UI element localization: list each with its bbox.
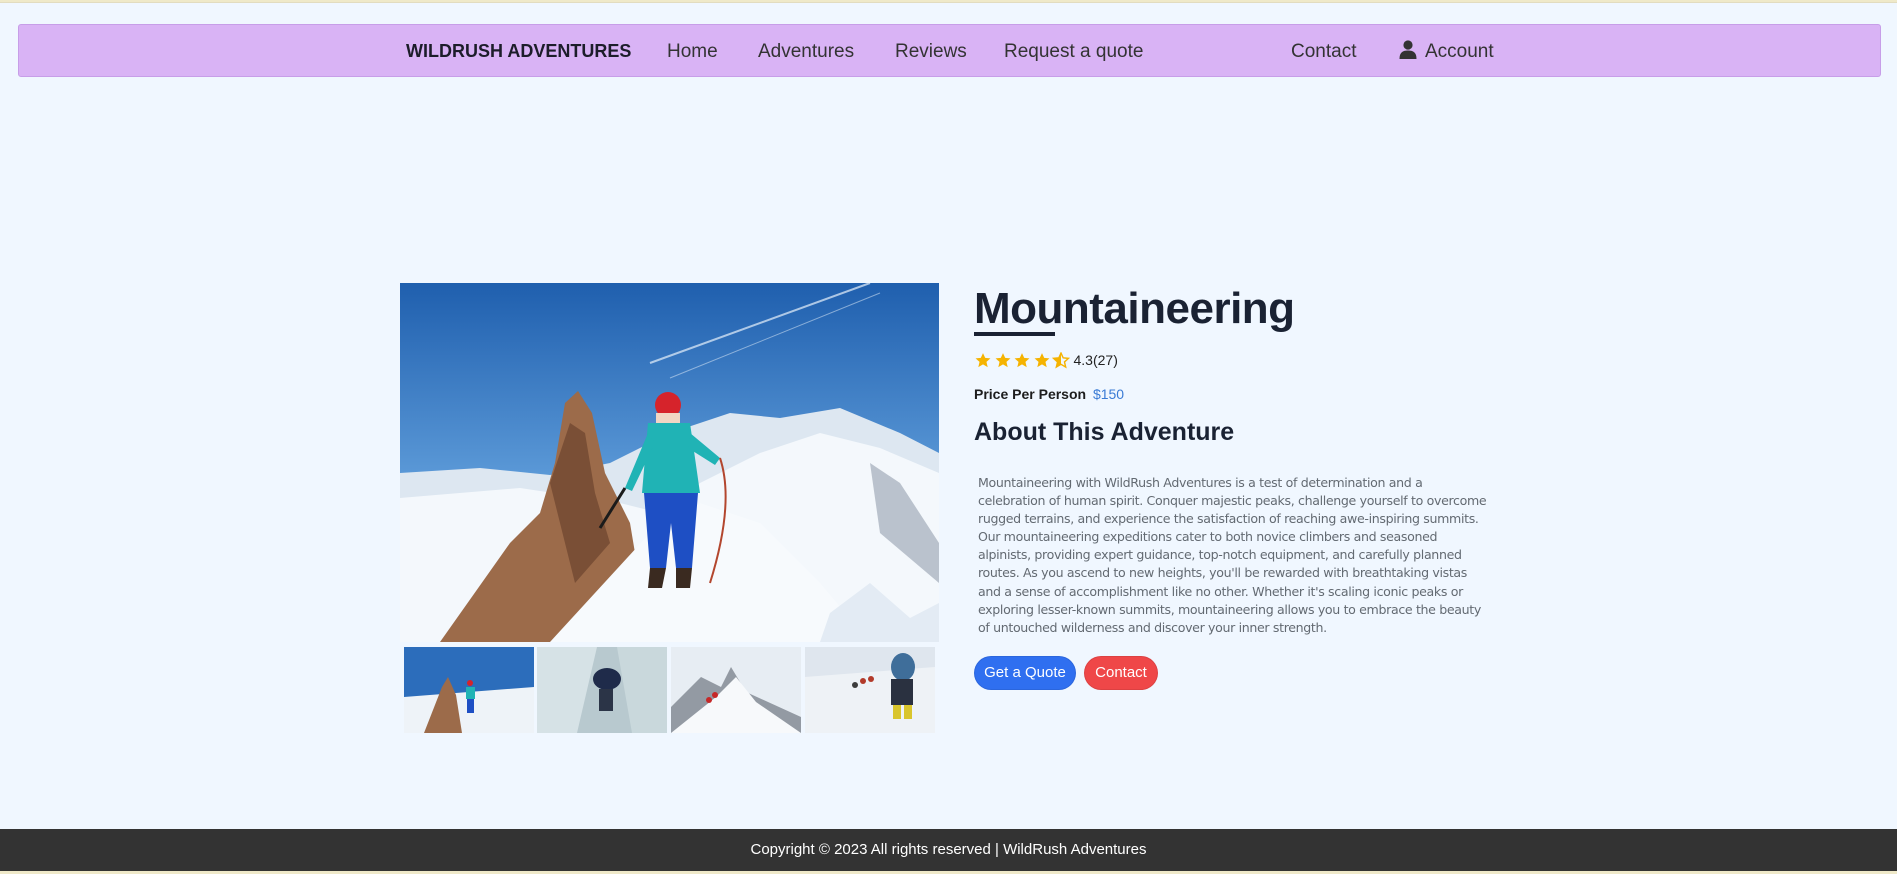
- adventure-main-photo: [400, 283, 939, 642]
- adventure-description: Mountaineering with WildRush Adventures …: [978, 475, 1487, 635]
- thumbnail-snow-ridge-image: [671, 647, 801, 733]
- nav-reviews-link[interactable]: Reviews: [895, 25, 967, 78]
- rating: 4.3 (27): [974, 351, 1118, 369]
- star-full-icon: [975, 352, 991, 367]
- price-value: $150: [1092, 386, 1125, 402]
- account-label: Account: [1425, 41, 1494, 62]
- browser-top-edge: [0, 0, 1897, 3]
- title-underline: [974, 332, 1055, 336]
- thumbnail-climber-ridge-image: [404, 647, 534, 733]
- star-full-icon: [995, 352, 1010, 367]
- price-per-person: Price Per Person $150: [974, 386, 1124, 402]
- nav-account-link[interactable]: Account: [1399, 25, 1494, 78]
- rating-count: (27): [1092, 352, 1118, 368]
- thumbnail-1[interactable]: [404, 647, 534, 733]
- thumbnail-ice-climb-image: [537, 647, 667, 733]
- adventure-title: Mountaineering: [974, 284, 1295, 333]
- star-full-icon: [1034, 352, 1049, 367]
- star-full-icon: [1014, 352, 1030, 367]
- about-heading: About This Adventure: [974, 418, 1235, 446]
- nav-home-link[interactable]: Home: [667, 25, 718, 78]
- get-quote-button[interactable]: Get a Quote: [974, 656, 1076, 690]
- nav-contact-link[interactable]: Contact: [1291, 25, 1356, 78]
- top-navbar: WILDRUSH ADVENTURES Home Adventures Revi…: [18, 24, 1881, 77]
- rating-value: 4.3: [1073, 352, 1093, 368]
- copyright-text: Copyright © 2023 All rights reserved | W…: [750, 841, 1147, 858]
- thumbnail-2[interactable]: [537, 647, 667, 733]
- thumbnail-3[interactable]: [671, 647, 801, 733]
- brand-logo-text[interactable]: WILDRUSH ADVENTURES: [406, 25, 631, 78]
- thumbnail-hikers-backpack-image: [805, 647, 935, 733]
- nav-adventures-link[interactable]: Adventures: [758, 25, 854, 78]
- mountaineer-photo-image: [400, 283, 939, 642]
- price-label: Price Per Person: [974, 386, 1087, 402]
- user-icon: [1399, 40, 1417, 59]
- thumbnail-4[interactable]: [805, 647, 935, 733]
- star-half-icon: [1052, 351, 1070, 369]
- contact-button[interactable]: Contact: [1084, 656, 1158, 690]
- nav-request-quote-link[interactable]: Request a quote: [1004, 25, 1143, 78]
- footer: Copyright © 2023 All rights reserved | W…: [0, 829, 1897, 871]
